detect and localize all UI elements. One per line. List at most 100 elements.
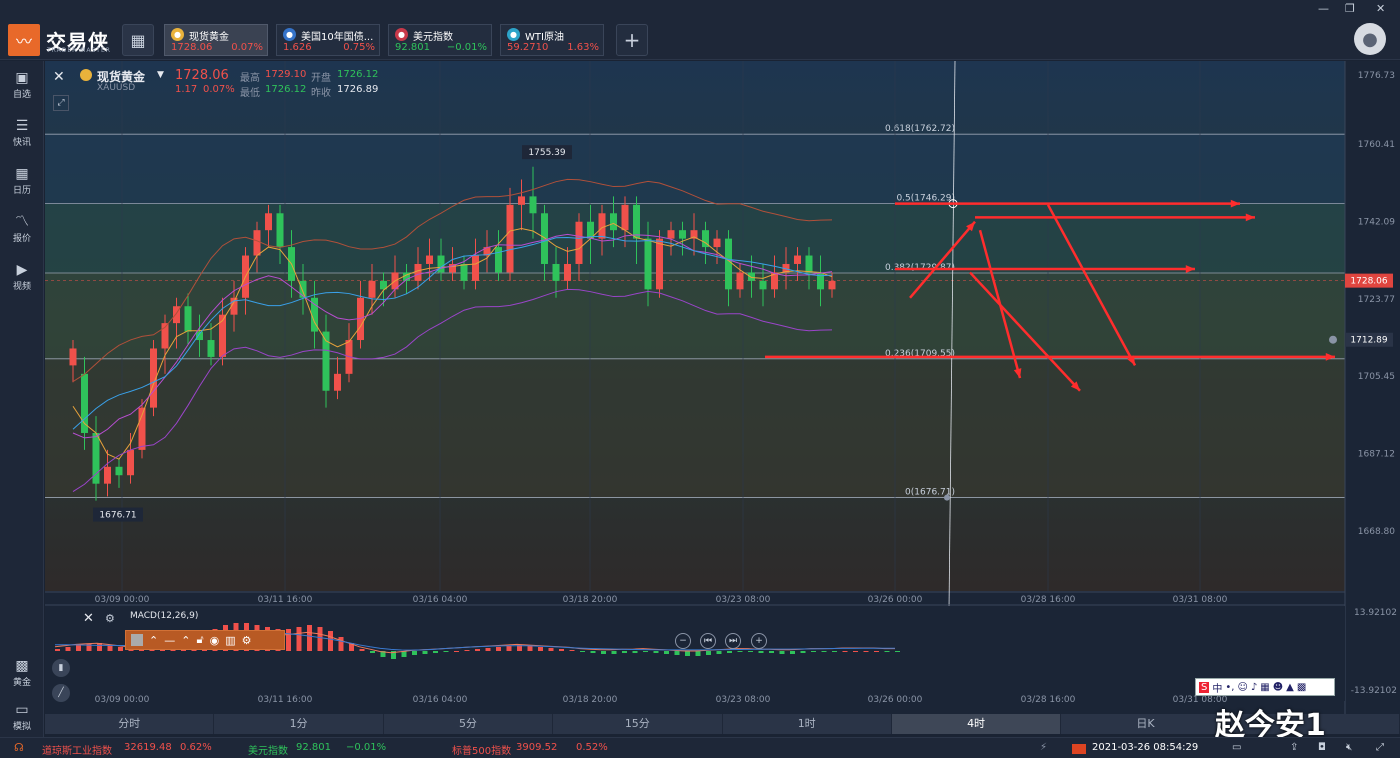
camera-icon[interactable]: ◘ — [1318, 742, 1326, 753]
candle[interactable] — [633, 204, 640, 239]
color-swatch-icon[interactable] — [131, 634, 143, 646]
candle[interactable] — [644, 238, 652, 290]
close-chart-icon[interactable]: ✕ — [53, 69, 65, 85]
candle[interactable] — [667, 230, 675, 239]
symbol-dropdown-icon[interactable]: ▼ — [157, 70, 164, 80]
candle[interactable] — [196, 331, 203, 341]
ime-toolbar[interactable]: S 中 •, ☺ ♪ ▦ ☻ ▲ ▩ — [1195, 678, 1335, 696]
price-chart-svg[interactable]: 0.618(1762.72)0.5(1746.29)0.382(1729.87)… — [45, 61, 1400, 715]
candle[interactable] — [368, 280, 376, 298]
candle[interactable] — [127, 449, 134, 476]
scroll-start-icon[interactable]: ⏮ — [700, 633, 716, 649]
indicator-icon[interactable]: ▮ — [52, 659, 70, 677]
unlock-icon[interactable]: 🔓︎ — [196, 633, 203, 647]
sidebar-item-4[interactable]: ▶ 视频 — [0, 257, 44, 297]
ime-keyboard-icon[interactable]: ▦ — [1260, 682, 1269, 693]
chart-area[interactable]: 0.618(1762.72)0.5(1746.29)0.382(1729.87)… — [45, 61, 1400, 715]
timeframe-5[interactable]: 4时 — [891, 714, 1062, 734]
candle[interactable] — [529, 196, 537, 214]
fib-handle[interactable] — [944, 494, 950, 501]
quote-tab-1[interactable]: ● 美国10年国债... 1.626 0.75% — [276, 24, 380, 56]
chevron-up-icon[interactable]: ⌃ — [181, 634, 190, 647]
ime-lang[interactable]: 中 — [1212, 680, 1222, 695]
candle[interactable] — [460, 263, 468, 281]
sidebar-item-1[interactable]: ☰ 快讯 — [0, 113, 44, 153]
zoom-out-icon[interactable]: − — [675, 633, 691, 649]
candle[interactable] — [736, 272, 744, 290]
candle[interactable] — [495, 247, 502, 273]
close-window-icon[interactable]: ✕ — [1376, 2, 1385, 15]
timeframe-3[interactable]: 15分 — [553, 714, 723, 734]
dxy-label[interactable]: 美元指数 — [248, 742, 288, 757]
sidebar-item-6[interactable]: ▭ 模拟 — [0, 697, 44, 737]
candle[interactable] — [713, 238, 721, 248]
mute-icon[interactable]: 🔇︎ — [1346, 742, 1352, 753]
candle[interactable] — [759, 280, 767, 290]
fullscreen-icon[interactable]: ⤢ — [1376, 742, 1384, 753]
ime-skin-icon[interactable]: ▲ — [1286, 682, 1294, 693]
candle[interactable] — [805, 255, 813, 273]
sidebar-item-5[interactable]: ▩ 黄金 — [0, 653, 44, 693]
candle[interactable] — [575, 221, 583, 264]
candle[interactable] — [610, 213, 617, 231]
candle[interactable] — [552, 263, 560, 281]
candle[interactable] — [598, 213, 606, 239]
timeframe-2[interactable]: 5分 — [384, 714, 554, 734]
eye-icon[interactable]: ◉ — [210, 634, 220, 647]
candle[interactable] — [828, 280, 836, 290]
candle[interactable] — [184, 306, 192, 332]
candle[interactable] — [541, 213, 548, 264]
sidebar-item-3[interactable]: 〽报价 — [0, 209, 44, 249]
ime-mic-icon[interactable]: ♪ — [1251, 682, 1257, 693]
ime-punct-icon[interactable]: •, — [1225, 682, 1234, 693]
candle[interactable] — [518, 196, 525, 205]
spx-label[interactable]: 标普500指数 — [452, 742, 511, 757]
candle[interactable] — [656, 238, 663, 290]
candle[interactable] — [253, 230, 261, 256]
candle[interactable] — [334, 373, 341, 391]
line-style-icon[interactable]: — — [164, 634, 175, 647]
candle[interactable] — [794, 255, 801, 264]
indicator-settings-icon[interactable]: ⚙ — [105, 612, 115, 625]
headset-icon[interactable]: ☊ — [14, 741, 24, 754]
ime-tools-icon[interactable]: ▩ — [1297, 682, 1306, 693]
close-indicator-icon[interactable]: ✕ — [83, 611, 94, 626]
quote-tab-2[interactable]: ● 美元指数 92.801 −0.01% — [388, 24, 492, 56]
candle[interactable] — [725, 238, 732, 290]
ime-user-icon[interactable]: ☻ — [1273, 682, 1283, 693]
candle[interactable] — [115, 466, 123, 476]
scroll-end-icon[interactable]: ⏭ — [725, 633, 741, 649]
quote-tab-3[interactable]: ● WTI原油 59.2710 1.63% — [500, 24, 604, 56]
dji-label[interactable]: 道琼斯工业指数 — [42, 742, 112, 757]
signal-icon[interactable]: ⚡ — [1040, 742, 1047, 753]
zoom-in-icon[interactable]: + — [751, 633, 767, 649]
timeframe-0[interactable]: 分时 — [45, 714, 215, 734]
candle[interactable] — [104, 466, 111, 484]
candle[interactable] — [69, 348, 77, 366]
candle[interactable] — [426, 255, 433, 264]
timeframe-4[interactable]: 1时 — [723, 714, 892, 734]
sidebar-item-0[interactable]: ▣ 自选 — [0, 65, 44, 105]
candle[interactable] — [621, 204, 629, 231]
settings-icon[interactable]: ⚙ — [242, 634, 252, 647]
alert-bell-icon[interactable] — [1329, 335, 1337, 344]
restore-icon[interactable]: ❐ — [1345, 2, 1355, 15]
sidebar-item-2[interactable]: ▦ 日历 — [0, 161, 44, 201]
candle[interactable] — [207, 340, 215, 357]
draw-line-icon[interactable]: ╱ — [52, 684, 70, 702]
candle[interactable] — [506, 204, 514, 273]
trash-icon[interactable]: ▥ — [225, 634, 235, 647]
ime-emoji-icon[interactable]: ☺ — [1237, 682, 1247, 693]
share-icon[interactable]: ⇪ — [1290, 742, 1298, 753]
chevron-up-icon[interactable]: ⌃ — [149, 634, 158, 647]
candle[interactable] — [414, 263, 422, 281]
user-avatar[interactable]: ● — [1354, 23, 1386, 55]
grid-layout-button[interactable]: ▦ — [122, 24, 154, 56]
minimize-icon[interactable]: — — [1318, 2, 1329, 15]
candle[interactable] — [564, 263, 571, 281]
candle[interactable] — [679, 230, 686, 239]
crosshair-tool-icon[interactable]: ⤢ — [53, 95, 69, 111]
add-tab-button[interactable]: + — [616, 24, 648, 56]
candle[interactable] — [748, 272, 755, 281]
timeframe-1[interactable]: 1分 — [214, 714, 384, 734]
